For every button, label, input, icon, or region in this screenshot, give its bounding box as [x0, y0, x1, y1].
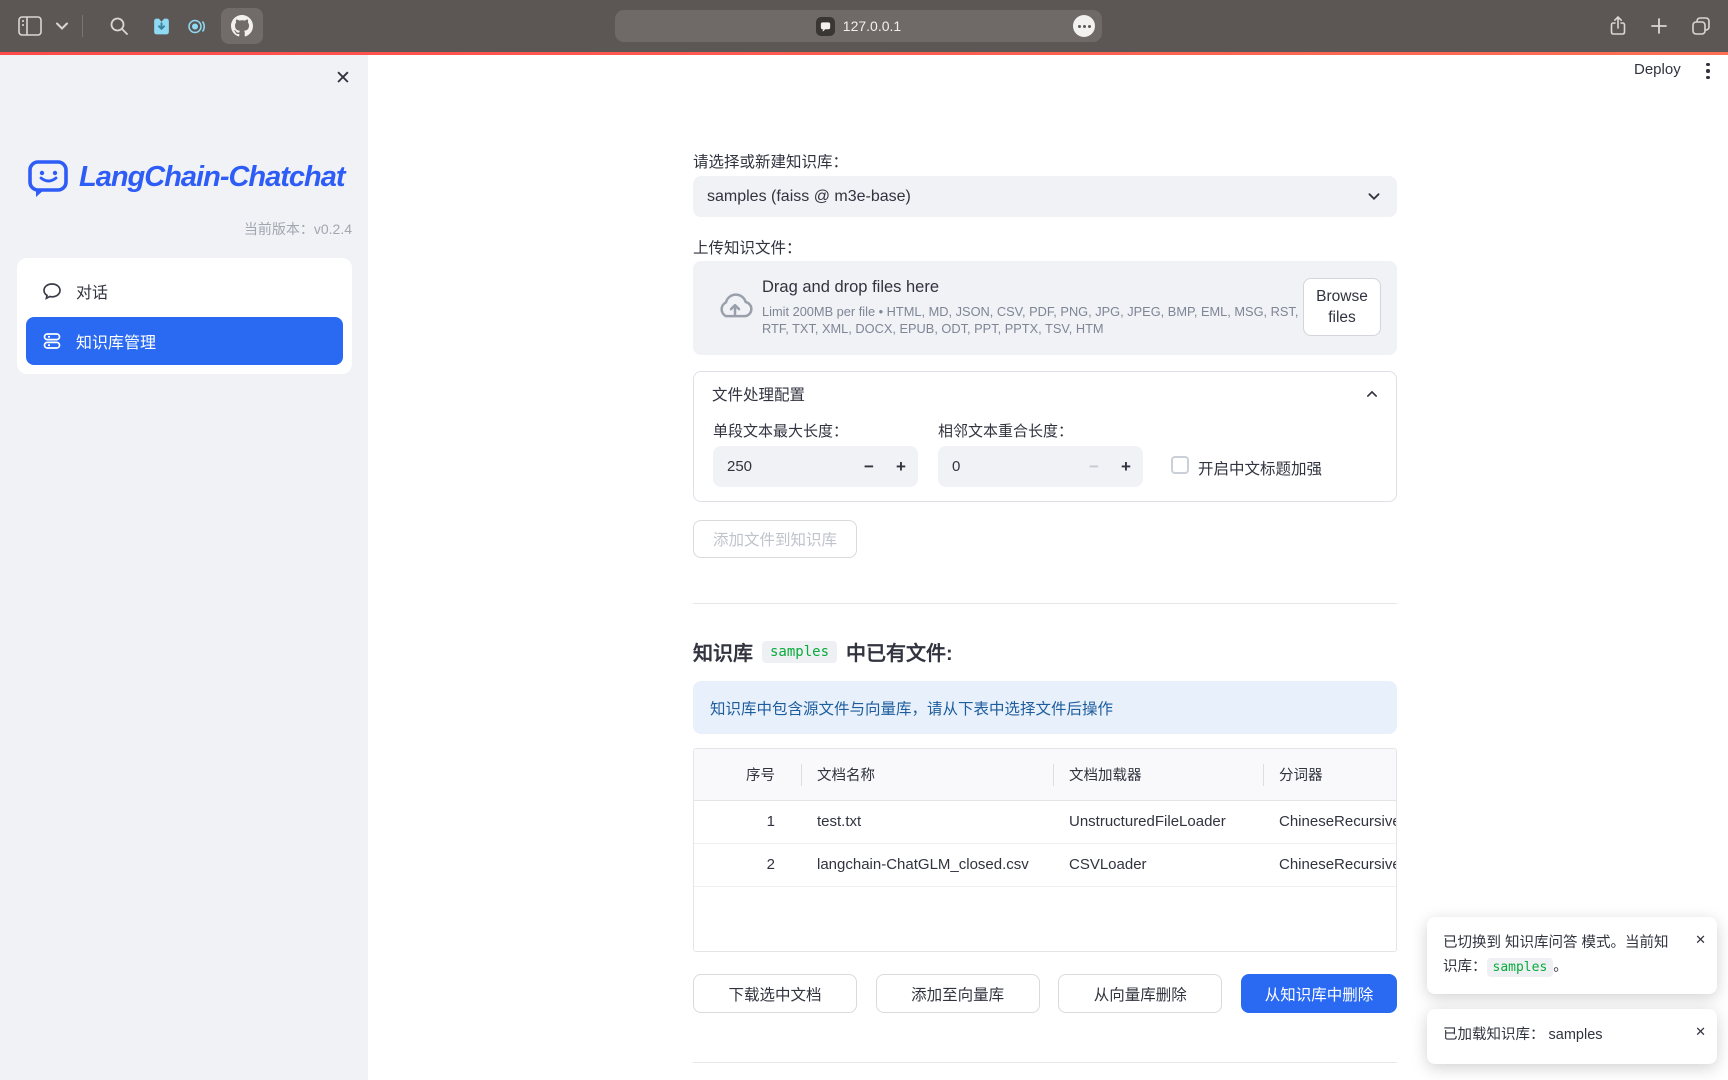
section-divider — [693, 603, 1397, 604]
brand-title: LangChain-Chatchat — [79, 161, 345, 194]
chunk-size-label: 单段文本最大长度： — [713, 420, 848, 441]
zh-title-checkbox[interactable] — [1171, 456, 1189, 474]
app-root: 127.0.0.1 — [0, 0, 1728, 1080]
file-dropzone[interactable]: Drag and drop files here Limit 200MB per… — [693, 261, 1397, 355]
delete-from-kb-button[interactable]: 从知识库中删除 — [1241, 974, 1397, 1013]
version-text: 当前版本：v0.2.4 — [0, 219, 352, 239]
toast-close-icon[interactable]: ✕ — [1695, 928, 1706, 952]
overlap-minus-button[interactable]: − — [1079, 446, 1109, 487]
expander-title: 文件处理配置 — [712, 383, 805, 405]
toast-mode-switched: 已切换到 知识库问答 模式。当前知识库：samples。 ✕ — [1427, 917, 1717, 994]
add-files-button[interactable]: 添加文件到知识库 — [693, 520, 857, 558]
col-header-loader[interactable]: 文档加载器 — [1053, 749, 1263, 800]
overlap-plus-button[interactable]: + — [1111, 446, 1141, 487]
files-heading: 知识库 samples 中已有文件: — [693, 637, 953, 666]
overlap-value: 0 — [952, 458, 960, 475]
new-tab-icon[interactable] — [1650, 17, 1668, 35]
search-icon[interactable] — [109, 16, 129, 36]
url-text: 127.0.0.1 — [843, 18, 901, 34]
files-table: 序号 文档名称 文档加载器 分词器 1 test.txt Unstructure… — [693, 748, 1397, 952]
overlap-label: 相邻文本重合长度： — [938, 420, 1073, 441]
col-header-docname[interactable]: 文档名称 — [801, 749, 1053, 800]
col-header-splitter[interactable]: 分词器 — [1263, 749, 1396, 800]
dropzone-title: Drag and drop files here — [762, 278, 939, 297]
cloud-upload-icon — [715, 287, 755, 327]
toast-kb-code: samples — [1487, 958, 1554, 977]
col-header-index[interactable]: 序号 — [694, 749, 801, 800]
brand: LangChain-Chatchat — [27, 155, 345, 200]
dropzone-limit-text: Limit 200MB per file • HTML, MD, JSON, C… — [762, 303, 1307, 337]
tab-overview-icon[interactable] — [1690, 15, 1712, 37]
deploy-button[interactable]: Deploy — [1634, 61, 1681, 78]
chunk-size-input[interactable]: 250 − + — [713, 446, 918, 487]
overlap-input[interactable]: 0 − + — [938, 446, 1143, 487]
address-bar[interactable]: 127.0.0.1 — [615, 10, 1102, 42]
main-menu-kebab-icon[interactable] — [1698, 60, 1718, 82]
info-alert: 知识库中包含源文件与向量库，请从下表中选择文件后操作 — [693, 681, 1397, 734]
table-header-row: 序号 文档名称 文档加载器 分词器 — [694, 749, 1396, 800]
chevron-down-icon[interactable] — [56, 22, 68, 30]
kb-select-label: 请选择或新建知识库： — [693, 150, 848, 172]
download-selected-button[interactable]: 下载选中文档 — [693, 974, 857, 1013]
kb-select[interactable]: samples (faiss @ m3e-base) — [693, 176, 1397, 217]
chunk-plus-button[interactable]: + — [886, 446, 916, 487]
github-icon — [231, 15, 253, 37]
share-icon[interactable] — [1608, 15, 1628, 37]
site-favicon — [816, 17, 835, 36]
expander-header[interactable]: 文件处理配置 — [694, 372, 1396, 416]
sidebar-toggle-icon[interactable] — [18, 16, 42, 36]
sidebar-close-icon[interactable]: ✕ — [330, 65, 356, 91]
add-to-vector-button[interactable]: 添加至向量库 — [876, 974, 1040, 1013]
database-icon — [42, 331, 62, 351]
sidebar-item-knowledge-base[interactable]: 知识库管理 — [26, 317, 343, 365]
chevron-up-icon — [1362, 384, 1382, 404]
chat-bubble-icon — [42, 281, 62, 301]
sidebar-menu: 对话 知识库管理 — [17, 258, 352, 374]
select-chevron-down-icon — [1363, 185, 1385, 207]
toolbar-divider — [82, 15, 83, 37]
table-row[interactable]: 2 langchain-ChatGLM_closed.csv CSVLoader… — [694, 843, 1396, 886]
browser-toolbar: 127.0.0.1 — [0, 0, 1728, 52]
file-action-buttons: 下载选中文档 添加至向量库 从向量库删除 从知识库中删除 — [693, 974, 1397, 1013]
delete-from-vector-button[interactable]: 从向量库删除 — [1058, 974, 1222, 1013]
pinned-tab-bookmark-icon[interactable] — [151, 16, 172, 37]
sidebar-item-label: 知识库管理 — [76, 329, 156, 353]
sidebar-item-dialogue[interactable]: 对话 — [26, 267, 343, 315]
pinned-tab-circles-icon[interactable] — [186, 16, 207, 37]
table-empty-area — [694, 887, 1396, 953]
active-tab-github[interactable] — [221, 8, 263, 44]
sidebar-item-label: 对话 — [76, 279, 108, 303]
chunk-size-value: 250 — [727, 458, 752, 475]
toast-close-icon[interactable]: ✕ — [1695, 1020, 1706, 1044]
brand-logo-icon — [27, 155, 70, 200]
extension-icon[interactable] — [1073, 15, 1095, 37]
table-row[interactable]: 1 test.txt UnstructuredFileLoader Chines… — [694, 800, 1396, 843]
file-config-expander: 文件处理配置 单段文本最大长度： 250 − + 相邻文本重合长度： 0 − +… — [693, 371, 1397, 502]
bottom-divider — [693, 1062, 1397, 1063]
kb-name-code: samples — [762, 641, 837, 663]
uploader-label: 上传知识文件： — [693, 236, 802, 258]
kb-select-value: samples (faiss @ m3e-base) — [707, 188, 911, 206]
toast-kb-loaded: 已加载知识库： samples ✕ — [1427, 1009, 1717, 1064]
sidebar: ✕ LangChain-Chatchat 当前版本：v0.2.4 — [0, 55, 368, 1080]
zh-title-checkbox-label: 开启中文标题加强 — [1198, 457, 1322, 479]
chunk-minus-button[interactable]: − — [854, 446, 884, 487]
browse-files-button[interactable]: Browse files — [1303, 278, 1381, 336]
